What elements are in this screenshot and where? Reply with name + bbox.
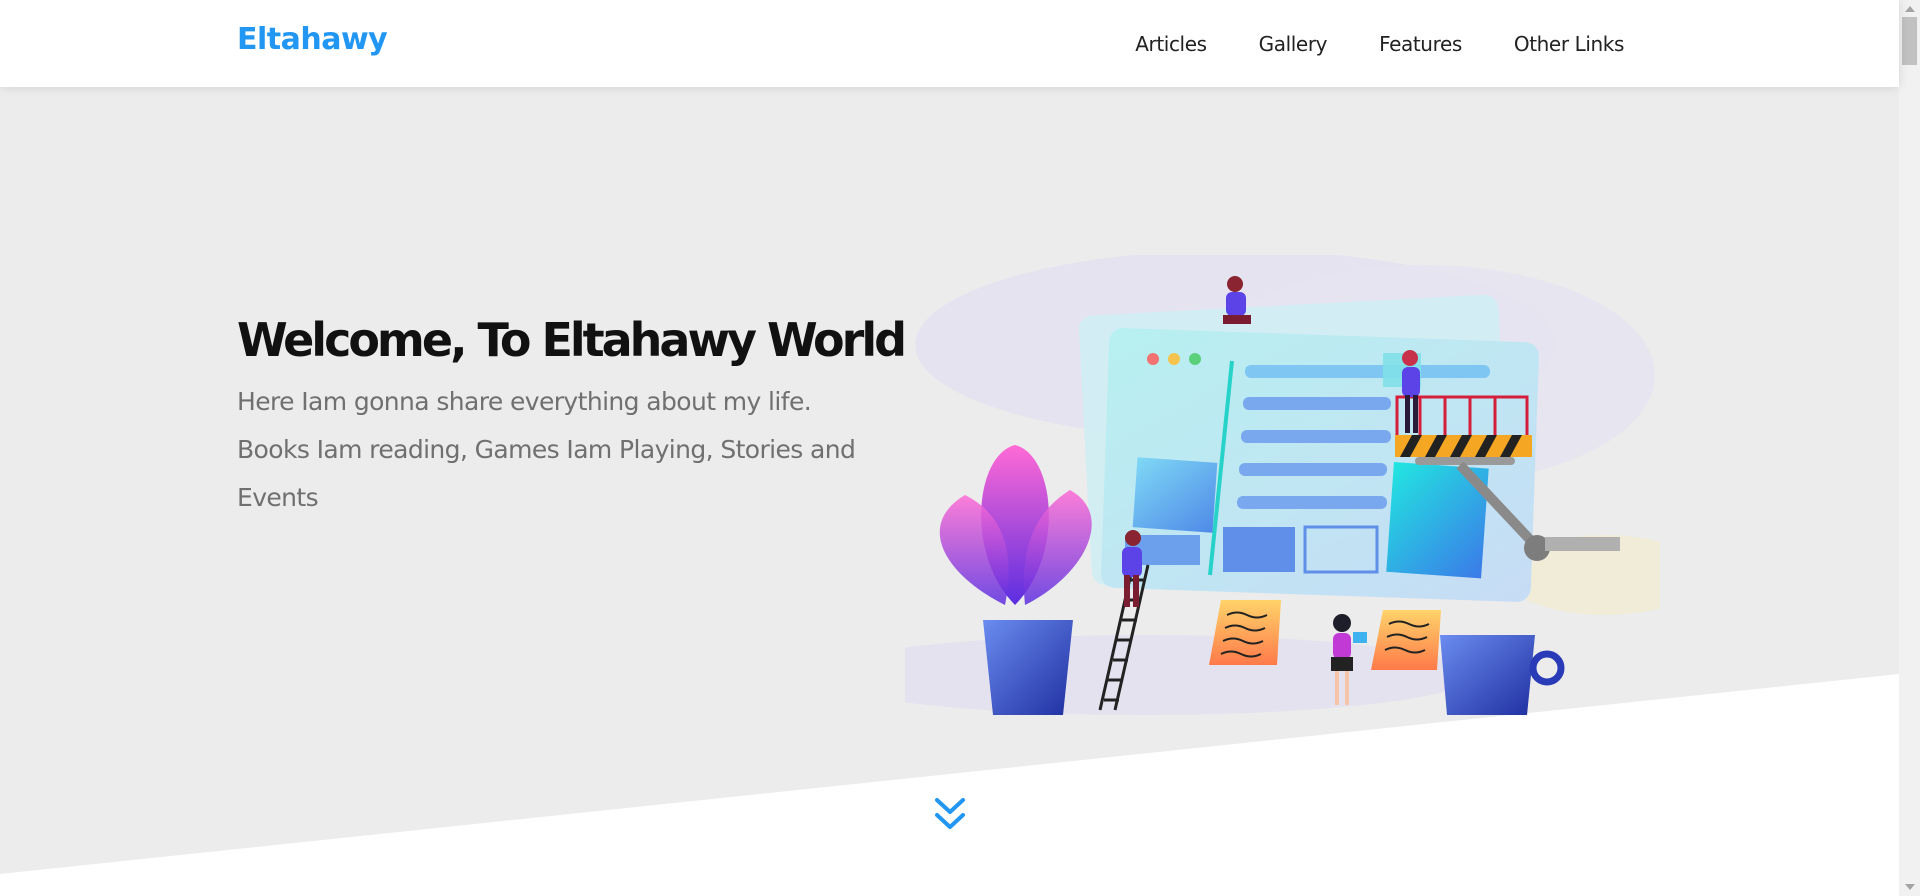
scrollbar-thumb[interactable] [1902,17,1917,65]
scroll-up-icon[interactable] [1905,6,1915,12]
nav-link-gallery[interactable]: Gallery [1259,32,1328,56]
nav-link-articles[interactable]: Articles [1135,32,1207,56]
main-nav: Articles Gallery Features Other Links [1135,0,1624,87]
site-logo[interactable]: Eltahawy [237,22,388,57]
hero-description: Here Iam gonna share everything about my… [237,387,856,512]
scroll-down-icon[interactable] [1905,884,1915,890]
hero-title: Welcome, To Eltahawy World [237,313,907,367]
hero-illustration [905,255,1660,715]
page-scrollbar[interactable] [1899,0,1920,896]
angle-double-down-icon[interactable] [934,797,966,833]
nav-link-features[interactable]: Features [1379,32,1462,56]
site-header: Eltahawy Articles Gallery Features Other… [0,0,1899,87]
nav-link-other-links[interactable]: Other Links [1514,32,1625,56]
